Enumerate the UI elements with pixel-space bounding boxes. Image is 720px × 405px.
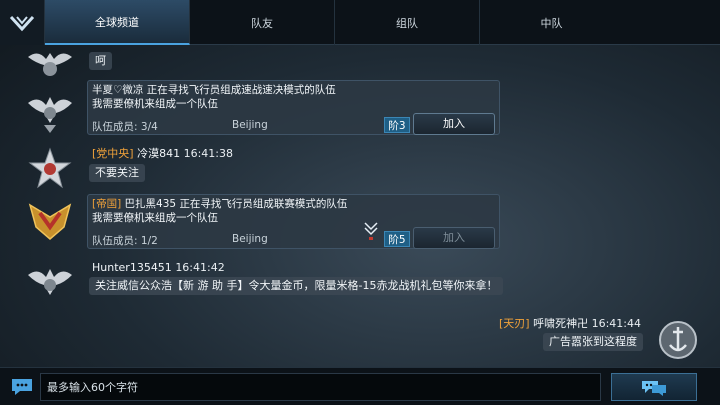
sender-name[interactable]: Hunter135451 — [92, 261, 172, 274]
clan-tag[interactable]: [天刃] — [499, 317, 530, 330]
members-count: 3/4 — [140, 121, 158, 133]
team-members: 队伍成员: 3/4 — [92, 119, 158, 134]
tab-global-channel[interactable]: 全球频道 — [45, 0, 190, 45]
tab-team-up[interactable]: 组队 — [335, 0, 480, 45]
message-bubble: 广告嚣张到这程度 — [543, 333, 643, 351]
tab-teammates[interactable]: 队友 — [190, 0, 335, 45]
tab-label: 组队 — [396, 16, 418, 30]
eagle-badge-avatar[interactable] — [24, 89, 76, 135]
chat-bubble-icon[interactable] — [10, 377, 34, 397]
chat-message-list[interactable]: 呵 半夏♡微凉 正在寻找飞行员组成速战速决模式的队伍 我需要僚机来组成一个队伍 … — [0, 45, 720, 367]
rank-chevron-icon — [364, 222, 378, 240]
members-label: 队伍成员: — [92, 121, 138, 133]
send-chat-icon — [642, 381, 666, 396]
message-bubble: 关注威信公众浩【新 游 助 手】令大量金币，限量米格-15赤龙战机礼包等你来拿！ — [89, 277, 504, 295]
message-header: [天刃] 呼啸死神卍 16:41:44 — [499, 317, 641, 331]
clan-tag[interactable]: [帝国] — [92, 198, 121, 210]
eagle-badge-avatar[interactable] — [24, 45, 76, 89]
back-button[interactable] — [0, 0, 45, 45]
sender-name[interactable]: 呼啸死神卍 — [533, 317, 588, 330]
message-bubble: 呵 — [89, 52, 112, 70]
rank-badge: 阶3 — [384, 117, 410, 133]
chevron-down-icon — [9, 15, 35, 31]
sender-name[interactable]: 半夏♡微凉 — [92, 84, 143, 96]
team-invite-line: [帝国] 巴扎黑435 正在寻找飞行员组成联赛模式的队伍 — [92, 196, 347, 211]
team-invite-line2: 我需要僚机来组成一个队伍 — [92, 98, 218, 110]
members-count: 1/2 — [140, 235, 158, 247]
message-bubble: 不要关注 — [89, 164, 145, 182]
chat-message-input[interactable] — [40, 373, 601, 401]
message-time: 16:41:38 — [183, 147, 233, 160]
team-invite-card: 半夏♡微凉 正在寻找飞行员组成速战速决模式的队伍 我需要僚机来组成一个队伍 队伍… — [87, 80, 500, 135]
message-time: 16:41:42 — [175, 261, 225, 274]
team-invite-line2: 我需要僚机来组成一个队伍 — [92, 212, 218, 224]
join-team-button[interactable]: 加入 — [413, 113, 495, 135]
message-time: 16:41:44 — [591, 317, 641, 330]
join-team-button[interactable]: 加入 — [413, 227, 495, 249]
team-city: Beijing — [232, 119, 268, 131]
winged-emblem-avatar[interactable] — [24, 197, 76, 243]
tab-squadron[interactable]: 中队 — [480, 0, 623, 45]
team-invite-line: 半夏♡微凉 正在寻找飞行员组成速战速决模式的队伍 — [92, 82, 336, 97]
team-city: Beijing — [232, 233, 268, 245]
tab-label: 中队 — [540, 16, 563, 30]
send-message-button[interactable] — [611, 373, 697, 401]
team-invite-text: 正在寻找飞行员组成联赛模式的队伍 — [179, 198, 348, 210]
eagle-badge-avatar[interactable] — [24, 261, 76, 307]
tab-label: 队友 — [251, 16, 273, 30]
anchor-badge-avatar[interactable] — [652, 317, 704, 363]
message-header: [党中央] 冷漠841 16:41:38 — [92, 147, 233, 161]
team-members: 队伍成员: 1/2 — [92, 233, 158, 248]
rank-badge: 阶5 — [384, 231, 410, 247]
star-badge-avatar[interactable] — [24, 147, 76, 193]
sender-name[interactable]: 冷漠841 — [137, 147, 180, 160]
tab-label: 全球频道 — [95, 15, 139, 29]
channel-tab-bar: 全球频道 队友 组队 中队 — [0, 0, 720, 45]
team-invite-card: [帝国] 巴扎黑435 正在寻找飞行员组成联赛模式的队伍 我需要僚机来组成一个队… — [87, 194, 500, 249]
team-invite-text: 正在寻找飞行员组成速战速决模式的队伍 — [146, 84, 336, 96]
clan-tag[interactable]: [党中央] — [92, 147, 134, 160]
message-header: Hunter135451 16:41:42 — [92, 261, 225, 275]
chat-input-bar — [0, 367, 720, 405]
sender-name[interactable]: 巴扎黑435 — [125, 198, 177, 210]
members-label: 队伍成员: — [92, 235, 138, 247]
